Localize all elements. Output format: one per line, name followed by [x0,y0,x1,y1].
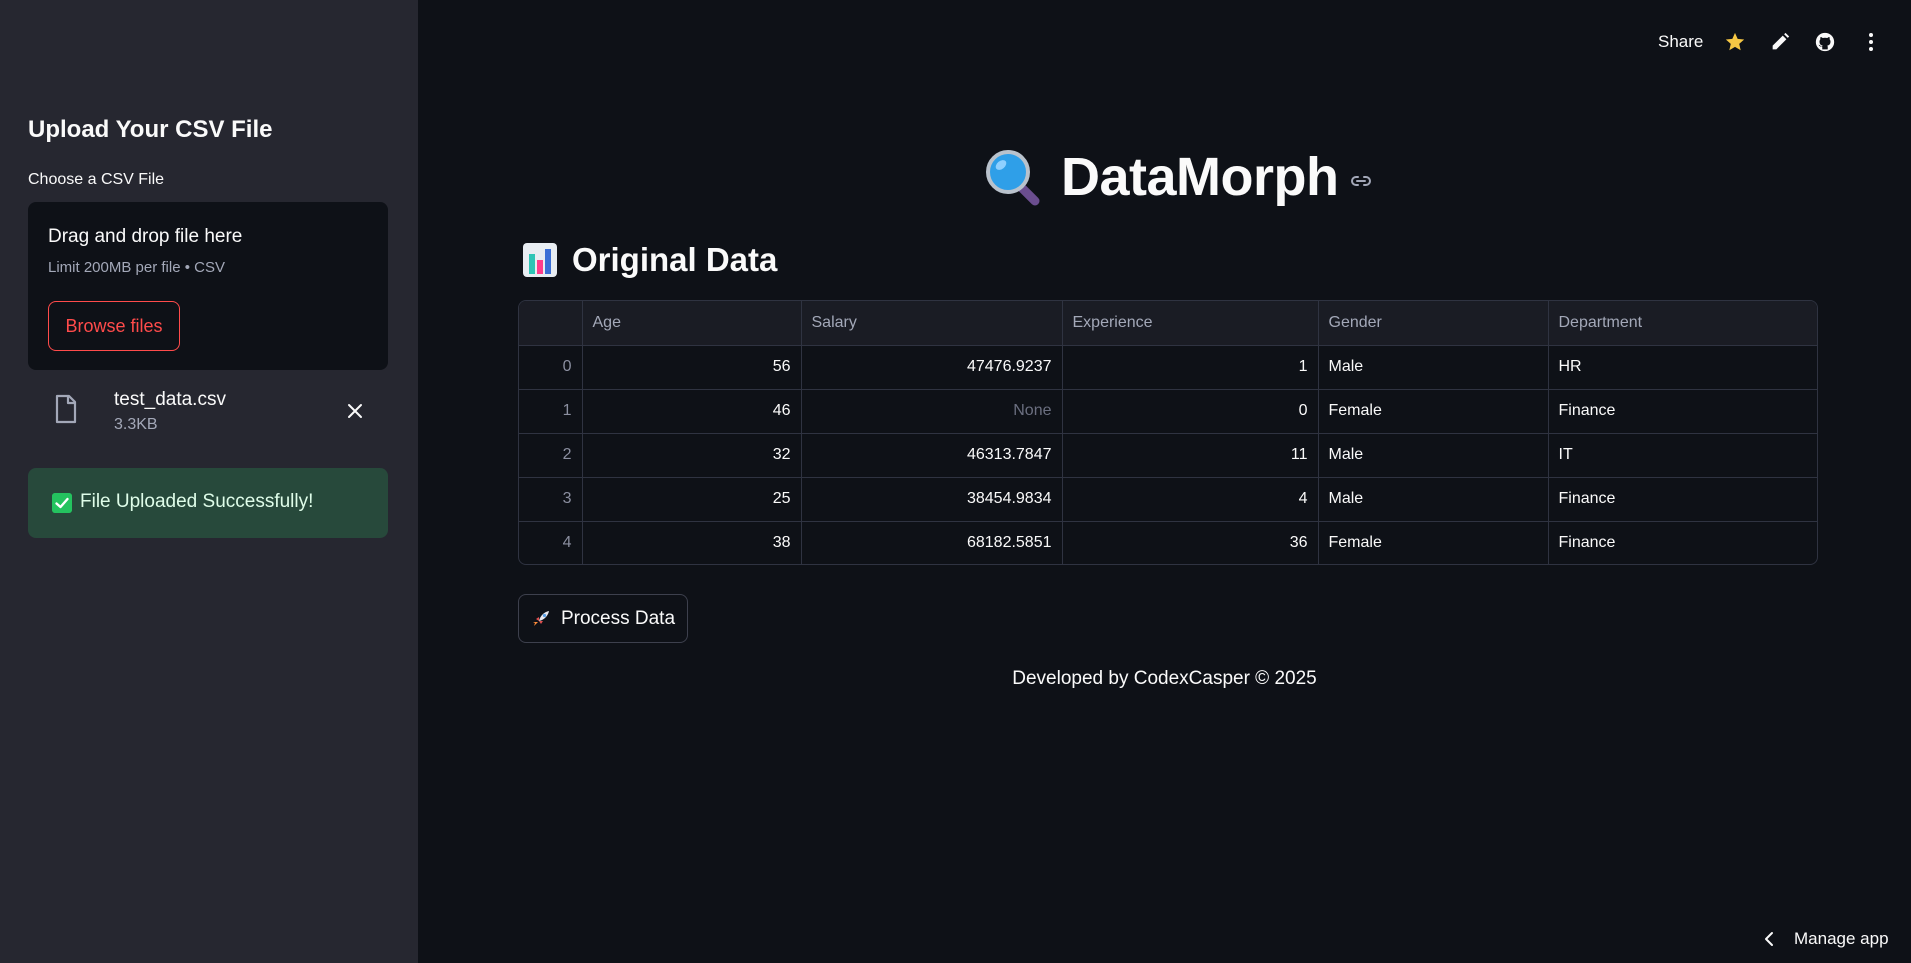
table-row: 4 38 68182.5851 36 Female Finance [519,521,1817,564]
table-cell[interactable]: 46 [582,389,802,434]
row-index[interactable]: 1 [519,389,583,434]
chevron-left-icon [1765,932,1773,946]
data-table[interactable]: Age Salary Experience Gender Department 0 56 4… [518,300,1818,565]
link-icon[interactable] [1349,169,1373,193]
row-index[interactable]: 3 [519,477,583,522]
section-heading: Original Data [522,238,777,282]
table-cell[interactable]: Female [1318,389,1549,434]
sidebar-title: Upload Your CSV File [28,116,273,143]
table-cell[interactable]: HR [1548,345,1817,390]
table-cell[interactable]: 0 [1062,389,1319,434]
file-icon [55,394,77,424]
edit-icon[interactable] [1769,31,1791,53]
section-title: Original Data [572,241,778,278]
table-cell[interactable]: 11 [1062,433,1319,478]
table-cell[interactable]: Finance [1548,389,1817,434]
table-cell[interactable]: 56 [582,345,802,390]
close-icon[interactable] [344,400,366,422]
table-cell[interactable]: 1 [1062,345,1319,390]
success-alert: File Uploaded Successfully! [28,468,388,538]
table-row: 2 32 46313.7847 11 Male IT [519,433,1817,478]
app-title: DataMorph [1061,147,1339,207]
column-header[interactable]: Age [582,301,802,346]
table-cell[interactable]: Male [1318,433,1549,478]
table-cell[interactable]: Male [1318,345,1549,390]
success-text: File Uploaded Successfully! [80,491,314,512]
footer-text: Developed by CodexCasper © 2025 [1012,668,1317,689]
page-title: DataMorph [983,142,1373,212]
footer: Developed by CodexCasper © 2025 [0,668,1911,690]
share-button[interactable]: Share [1658,32,1703,52]
table-cell[interactable]: Finance [1548,521,1817,564]
table-row: 0 56 47476.9237 1 Male HR [519,345,1817,390]
dropzone-limit: Limit 200MB per file • CSV [48,259,225,276]
row-index[interactable]: 0 [519,345,583,390]
column-header[interactable]: Gender [1318,301,1549,346]
table-cell[interactable]: None [801,389,1063,434]
file-name: test_data.csv [114,389,226,410]
table-cell[interactable]: 4 [1062,477,1319,522]
table-cell[interactable]: Finance [1548,477,1817,522]
row-index[interactable]: 2 [519,433,583,478]
uploader-label: Choose a CSV File [28,171,165,188]
github-icon[interactable] [1814,31,1836,53]
file-size: 3.3KB [114,416,158,433]
table-cell[interactable]: 32 [582,433,802,478]
dropzone-title: Drag and drop file here [48,226,243,247]
row-index[interactable]: 4 [519,521,583,564]
manage-app-button[interactable]: Manage app [1762,929,1889,949]
table-cell[interactable]: IT [1548,433,1817,478]
uploaded-file-item: test_data.csv 3.3KB [28,380,388,444]
index-column-header[interactable] [519,301,583,346]
more-menu-icon[interactable] [1860,31,1882,53]
column-header[interactable]: Department [1548,301,1817,346]
file-dropzone[interactable]: Drag and drop file here Limit 200MB per … [28,202,388,370]
table-cell[interactable]: Female [1318,521,1549,564]
table-cell[interactable]: 38 [582,521,802,564]
check-icon [52,493,72,513]
table-header-row: Age Salary Experience Gender Department [519,301,1817,346]
table-row: 1 46 None 0 Female Finance [519,389,1817,434]
star-icon[interactable] [1724,31,1746,53]
process-data-button[interactable]: Process Data [518,594,688,643]
browse-files-button[interactable]: Browse files [48,301,180,351]
table-cell[interactable]: 68182.5851 [801,521,1063,564]
column-header[interactable]: Experience [1062,301,1319,346]
table-cell[interactable]: 36 [1062,521,1319,564]
manage-app-label: Manage app [1794,929,1889,948]
table-cell[interactable]: 47476.9237 [801,345,1063,390]
bar-chart-icon [523,243,557,277]
rocket-icon [532,610,549,626]
table-cell[interactable]: 46313.7847 [801,433,1063,478]
table-cell[interactable]: Male [1318,477,1549,522]
table-cell[interactable]: 25 [582,477,802,522]
column-header[interactable]: Salary [801,301,1063,346]
sidebar: Upload Your CSV File Choose a CSV File D… [0,0,418,963]
magnifier-icon [986,150,1040,206]
table-row: 3 25 38454.9834 4 Male Finance [519,477,1817,522]
table-cell[interactable]: 38454.9834 [801,477,1063,522]
process-data-label: Process Data [560,607,676,629]
